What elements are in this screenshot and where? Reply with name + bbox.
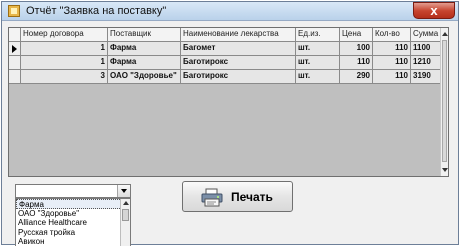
- column-header-unit[interactable]: Ед.из.: [296, 28, 340, 42]
- list-item[interactable]: ОАО "Здоровье": [16, 209, 130, 219]
- column-header-drug[interactable]: Наименование лекарства: [181, 28, 296, 42]
- report-window: Отчёт "Заявка на поставку" x Номер догов…: [1, 1, 459, 246]
- cell-contract[interactable]: 3: [21, 70, 108, 84]
- cell-unit[interactable]: шт.: [296, 70, 340, 84]
- row-indicator: [9, 70, 21, 84]
- cell-contract[interactable]: 1: [21, 42, 108, 56]
- cell-supplier[interactable]: Фарма: [108, 56, 181, 70]
- cell-quantity[interactable]: 110: [373, 42, 411, 56]
- scroll-thumb[interactable]: [442, 40, 447, 162]
- cell-sum[interactable]: 1210: [411, 56, 442, 70]
- cell-supplier[interactable]: ОАО "Здоровье": [108, 70, 181, 84]
- scroll-up-icon[interactable]: [123, 201, 129, 205]
- cell-quantity[interactable]: 110: [373, 56, 411, 70]
- column-header-quantity[interactable]: Кол-во: [373, 28, 411, 42]
- grid-header-row: Номер договора Поставщик Наименование ле…: [9, 28, 442, 42]
- cell-drug[interactable]: Баготирокс: [181, 56, 296, 70]
- row-indicator: [9, 56, 21, 70]
- scroll-up-icon[interactable]: [442, 32, 448, 36]
- print-button[interactable]: Печать: [182, 181, 293, 212]
- cell-price[interactable]: 110: [340, 56, 373, 70]
- dropdown-scrollbar[interactable]: [120, 199, 130, 246]
- list-item[interactable]: Русская тройка: [16, 228, 130, 238]
- cell-drug[interactable]: Баготирокс: [181, 70, 296, 84]
- print-button-label: Печать: [231, 190, 273, 204]
- list-item[interactable]: Alliance Healthcare: [16, 218, 130, 228]
- cell-supplier[interactable]: Фарма: [108, 42, 181, 56]
- table-row[interactable]: 1 Фарма Багомет шт. 100 110 1100: [9, 42, 442, 56]
- column-header-supplier[interactable]: Поставщик: [108, 28, 181, 42]
- form-icon: [8, 5, 20, 17]
- scroll-thumb[interactable]: [122, 209, 129, 221]
- table-row[interactable]: 3 ОАО "Здоровье" Баготирокс шт. 290 110 …: [9, 70, 442, 84]
- scroll-down-icon[interactable]: [442, 168, 448, 172]
- column-header-sum[interactable]: Сумма: [411, 28, 442, 42]
- printer-icon: [201, 188, 223, 207]
- row-indicator: [9, 42, 21, 56]
- cell-price[interactable]: 100: [340, 42, 373, 56]
- window-title: Отчёт "Заявка на поставку": [26, 5, 167, 17]
- cell-unit[interactable]: шт.: [296, 42, 340, 56]
- cell-price[interactable]: 290: [340, 70, 373, 84]
- supplier-combobox[interactable]: [15, 184, 131, 198]
- list-item[interactable]: Фарма: [16, 199, 130, 209]
- list-item[interactable]: Авикон: [16, 237, 130, 246]
- header-indicator-cell: [9, 28, 21, 42]
- cell-sum[interactable]: 1100: [411, 42, 442, 56]
- chevron-down-icon[interactable]: [117, 185, 130, 197]
- current-row-arrow-icon: [12, 45, 17, 53]
- cell-unit[interactable]: шт.: [296, 56, 340, 70]
- cell-contract[interactable]: 1: [21, 56, 108, 70]
- table-row[interactable]: 1 Фарма Баготирокс шт. 110 110 1210: [9, 56, 442, 70]
- order-grid[interactable]: Номер договора Поставщик Наименование ле…: [8, 27, 449, 177]
- cell-drug[interactable]: Багомет: [181, 42, 296, 56]
- supplier-dropdown-list[interactable]: Фарма ОАО "Здоровье" Alliance Healthcare…: [15, 198, 131, 246]
- grid-vertical-scrollbar[interactable]: [440, 28, 448, 176]
- title-bar: Отчёт "Заявка на поставку" x: [2, 2, 458, 21]
- cell-quantity[interactable]: 110: [373, 70, 411, 84]
- column-header-contract[interactable]: Номер договора: [21, 28, 108, 42]
- cell-sum[interactable]: 3190: [411, 70, 442, 84]
- close-button[interactable]: x: [413, 2, 455, 19]
- column-header-price[interactable]: Цена: [340, 28, 373, 42]
